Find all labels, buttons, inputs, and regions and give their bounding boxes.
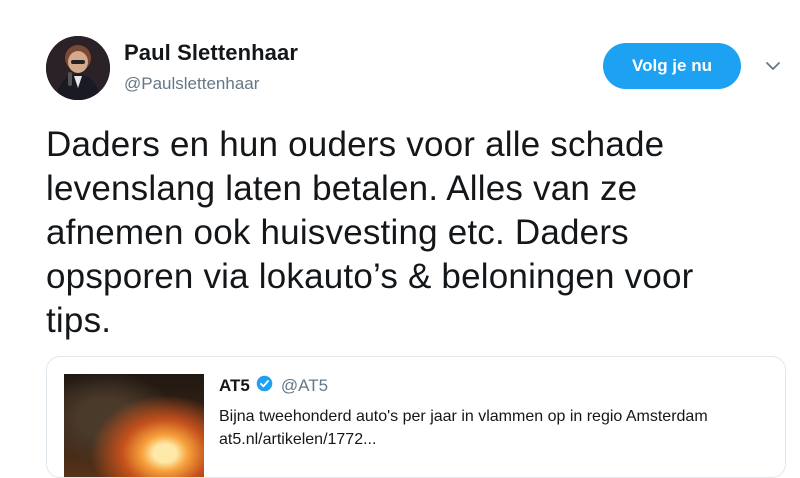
- author-display-name[interactable]: Paul Slettenhaar: [124, 40, 298, 66]
- quoted-author-name: AT5: [219, 376, 250, 395]
- quoted-author-handle: @AT5: [280, 376, 329, 395]
- quoted-tweet-text: Bijna tweehonderd auto's per jaar in vla…: [219, 408, 708, 448]
- follow-button[interactable]: Volg je nu: [603, 43, 741, 89]
- quoted-tweet-image: [64, 374, 204, 477]
- quoted-tweet-author: AT5 @AT5: [219, 375, 328, 397]
- author-handle[interactable]: @Paulslettenhaar: [124, 74, 259, 94]
- tweet-text: Daders en hun ouders voor alle schade le…: [46, 125, 694, 340]
- chevron-down-icon[interactable]: [765, 58, 781, 74]
- avatar[interactable]: [46, 36, 110, 100]
- verified-badge-icon: [256, 375, 273, 397]
- quoted-tweet-card[interactable]: AT5 @AT5 Bijna tweehonderd auto's per ja…: [46, 356, 786, 478]
